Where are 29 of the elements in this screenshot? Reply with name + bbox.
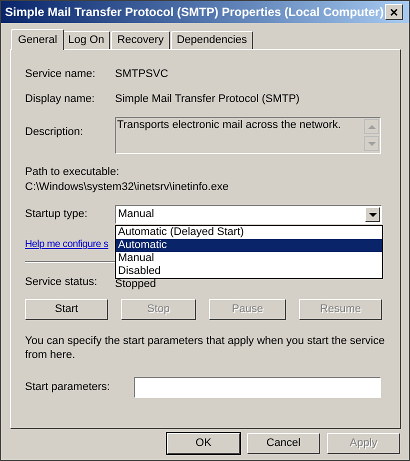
- description-text: Transports electronic mail across the network.: [117, 118, 341, 133]
- startup-type-dropdown[interactable]: Manual: [115, 205, 382, 224]
- window-title: Simple Mail Transfer Protocol (SMTP) Properties (Local Computer): [5, 4, 384, 21]
- tab[interactable]: General: [11, 29, 64, 50]
- field-value: Simple Mail Transfer Protocol (SMTP): [115, 92, 300, 107]
- close-button[interactable]: ×: [385, 4, 403, 20]
- help-link[interactable]: Help me configure s: [25, 239, 108, 250]
- button[interactable]: Start: [25, 299, 108, 320]
- field-value: SMTPSVC: [115, 66, 168, 82]
- dropdown-option[interactable]: Disabled: [116, 265, 382, 278]
- dropdown-option[interactable]: Automatic: [116, 239, 382, 252]
- tab[interactable]: Log On: [62, 31, 110, 49]
- field-label: Service name:: [25, 66, 96, 82]
- field-label: Startup type:: [25, 207, 88, 222]
- status-value: Stopped: [115, 277, 156, 292]
- field-label: Path to executable:: [25, 165, 120, 179]
- tab[interactable]: Dependencies: [170, 31, 254, 49]
- field-label: Display name:: [25, 92, 96, 107]
- dropdown-option[interactable]: Automatic (Delayed Start): [116, 226, 382, 239]
- field-label: Start parameters:: [25, 380, 111, 396]
- button[interactable]: Cancel: [247, 433, 320, 454]
- tab[interactable]: Recovery: [111, 31, 170, 49]
- field-label: Description:: [25, 125, 84, 140]
- path-value: C:\Windows\system32\inetsrv\inetinfo.exe: [25, 180, 230, 194]
- start-parameters-field[interactable]: [134, 377, 381, 398]
- dropdown-option[interactable]: Manual: [116, 252, 382, 265]
- button[interactable]: OK: [167, 433, 240, 454]
- field-label: Service status:: [25, 274, 98, 290]
- hint-text: You can specify the start parameters that apply when you start the service from here.: [25, 334, 385, 362]
